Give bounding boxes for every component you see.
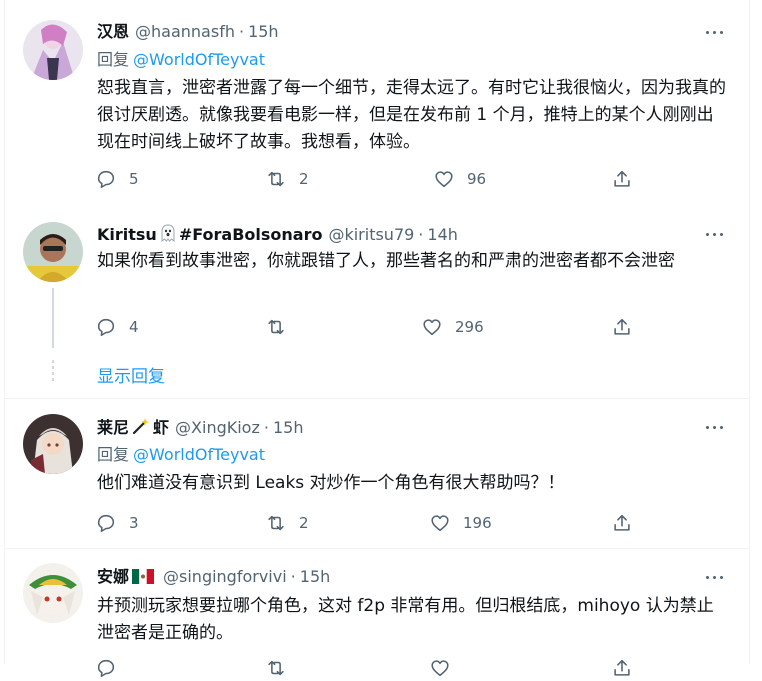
display-name[interactable]: 莱尼 xyxy=(97,418,129,437)
reply-label: 回复 xyxy=(97,445,130,464)
avatar[interactable] xyxy=(23,222,83,282)
display-name-suffix[interactable]: 虾 xyxy=(153,418,169,437)
reply-button[interactable]: 5 xyxy=(95,168,139,190)
share-icon xyxy=(614,318,630,335)
retweet-icon xyxy=(268,515,284,531)
reply-icon xyxy=(97,170,115,189)
tweet-actions: 5 2 96 xyxy=(95,168,655,192)
tweet-text: 如果你看到故事泄密，你就跟错了人，那些著名的和严肃的泄密者都不会泄密 xyxy=(97,251,675,271)
reply-to-link[interactable]: @WorldOfTeyvat xyxy=(133,445,265,464)
thread-line xyxy=(52,288,54,348)
tweet-text: 他们难道没有意识到 Leaks 对炒作一个角色有很大帮助吗？！ xyxy=(97,473,565,493)
more-options-icon[interactable] xyxy=(705,417,723,437)
display-name[interactable]: 汉恩 xyxy=(97,22,129,41)
share-icon xyxy=(614,170,630,187)
tweet-actions xyxy=(95,657,655,681)
tweet[interactable]: Kiritsu #ForaBolsonaro @kiritsu79 · 14h 如果你看… xyxy=(5,210,749,396)
more-options-icon[interactable] xyxy=(705,567,723,587)
like-count: 96 xyxy=(467,170,487,188)
retweet-count: 2 xyxy=(299,514,309,532)
retweet-button[interactable] xyxy=(265,657,287,679)
user-handle[interactable]: @singingforvivi xyxy=(163,567,287,586)
retweet-button[interactable] xyxy=(265,316,299,338)
avatar[interactable] xyxy=(23,414,83,474)
reply-icon xyxy=(97,318,115,337)
retweet-icon xyxy=(268,319,284,335)
retweet-icon xyxy=(268,171,284,187)
separator-dot: · xyxy=(290,567,296,586)
mexico-flag-emoji xyxy=(132,569,155,589)
heart-icon xyxy=(423,319,441,336)
tweet[interactable]: 莱尼 虾 @XingKioz · 15h 回复 @WorldOfTeyvat 他们难道没有… xyxy=(5,399,749,549)
reply-count: 4 xyxy=(129,318,139,336)
tweet-header: Kiritsu #ForaBolsonaro @kiritsu79 · 14h xyxy=(97,224,458,247)
avatar[interactable] xyxy=(23,20,83,80)
reply-context: 回复 @WorldOfTeyvat xyxy=(97,445,265,465)
user-handle[interactable]: @XingKioz xyxy=(175,418,260,437)
like-count: 296 xyxy=(455,318,484,336)
like-button[interactable]: 96 xyxy=(433,168,486,190)
reply-button[interactable] xyxy=(95,657,117,679)
thread-gap-dots xyxy=(52,360,54,384)
more-options-icon[interactable] xyxy=(705,224,723,244)
timestamp[interactable]: 15h xyxy=(273,418,304,437)
retweet-count: 2 xyxy=(299,170,309,188)
magic-wand-emoji xyxy=(132,417,150,440)
reply-button[interactable]: 3 xyxy=(95,512,139,534)
tweet-header: 安娜 @singingforvivi · 15h xyxy=(97,567,330,589)
reply-button[interactable]: 4 xyxy=(95,316,139,338)
tweet[interactable]: 安娜 @singingforvivi · 15h 并预测玩家想要拉哪个角色，这对 f2… xyxy=(5,549,749,678)
reply-label: 回复 xyxy=(97,50,130,69)
heart-icon xyxy=(431,515,449,532)
avatar[interactable] xyxy=(23,563,83,623)
separator-dot: · xyxy=(418,225,424,244)
like-button[interactable]: 196 xyxy=(429,512,492,534)
ghost-emoji xyxy=(160,224,176,247)
timeline-right-border xyxy=(749,0,750,664)
tweet-text: 并预测玩家想要拉哪个角色，这对 f2p 非常有用。但归根结底，mihoyo 认为… xyxy=(97,596,714,643)
more-options-icon[interactable] xyxy=(705,22,723,42)
share-button[interactable] xyxy=(611,512,633,534)
display-name[interactable]: Kiritsu xyxy=(97,225,157,244)
timestamp[interactable]: 15h xyxy=(248,22,279,41)
heart-icon xyxy=(431,660,449,677)
user-handle[interactable]: @haannasfh xyxy=(135,22,235,41)
retweet-button[interactable]: 2 xyxy=(265,512,309,534)
share-button[interactable] xyxy=(611,168,633,190)
display-name-suffix[interactable]: #ForaBolsonaro xyxy=(179,225,323,244)
reply-context: 回复 @WorldOfTeyvat xyxy=(97,50,265,70)
share-button[interactable] xyxy=(611,657,633,679)
reply-icon xyxy=(97,514,115,533)
display-name[interactable]: 安娜 xyxy=(97,567,129,586)
retweet-icon xyxy=(268,660,284,676)
share-button[interactable] xyxy=(611,316,633,338)
tweet-text: 恕我直言，泄密者泄露了每一个细节，走得太远了。有时它让我很恼火，因为我真的很讨厌… xyxy=(97,78,726,152)
user-handle[interactable]: @kiritsu79 xyxy=(328,225,414,244)
heart-icon xyxy=(435,171,453,188)
reply-count: 3 xyxy=(129,514,139,532)
timestamp[interactable]: 15h xyxy=(300,567,331,586)
reply-icon xyxy=(97,659,115,678)
like-button[interactable]: 296 xyxy=(421,316,484,338)
like-count: 196 xyxy=(463,514,492,532)
separator-dot: · xyxy=(263,418,269,437)
separator-dot: · xyxy=(238,22,245,41)
timestamp[interactable]: 14h xyxy=(427,225,458,244)
tweet-actions: 4 296 xyxy=(95,316,655,340)
tweet[interactable]: 汉恩 @haannasfh · 15h 回复 @WorldOfTeyvat 恕我直言，泄… xyxy=(5,0,749,210)
tweet-actions: 3 2 196 xyxy=(95,512,655,536)
reply-to-link[interactable]: @WorldOfTeyvat xyxy=(133,50,265,69)
like-button[interactable] xyxy=(429,657,451,679)
share-icon xyxy=(614,659,630,676)
tweet-header: 莱尼 虾 @XingKioz · 15h xyxy=(97,417,303,440)
tweet-header: 汉恩 @haannasfh · 15h xyxy=(97,22,279,42)
show-replies-link[interactable]: 显示回复 xyxy=(97,362,165,387)
reply-count: 5 xyxy=(129,170,139,188)
share-icon xyxy=(614,514,630,531)
retweet-button[interactable]: 2 xyxy=(265,168,309,190)
